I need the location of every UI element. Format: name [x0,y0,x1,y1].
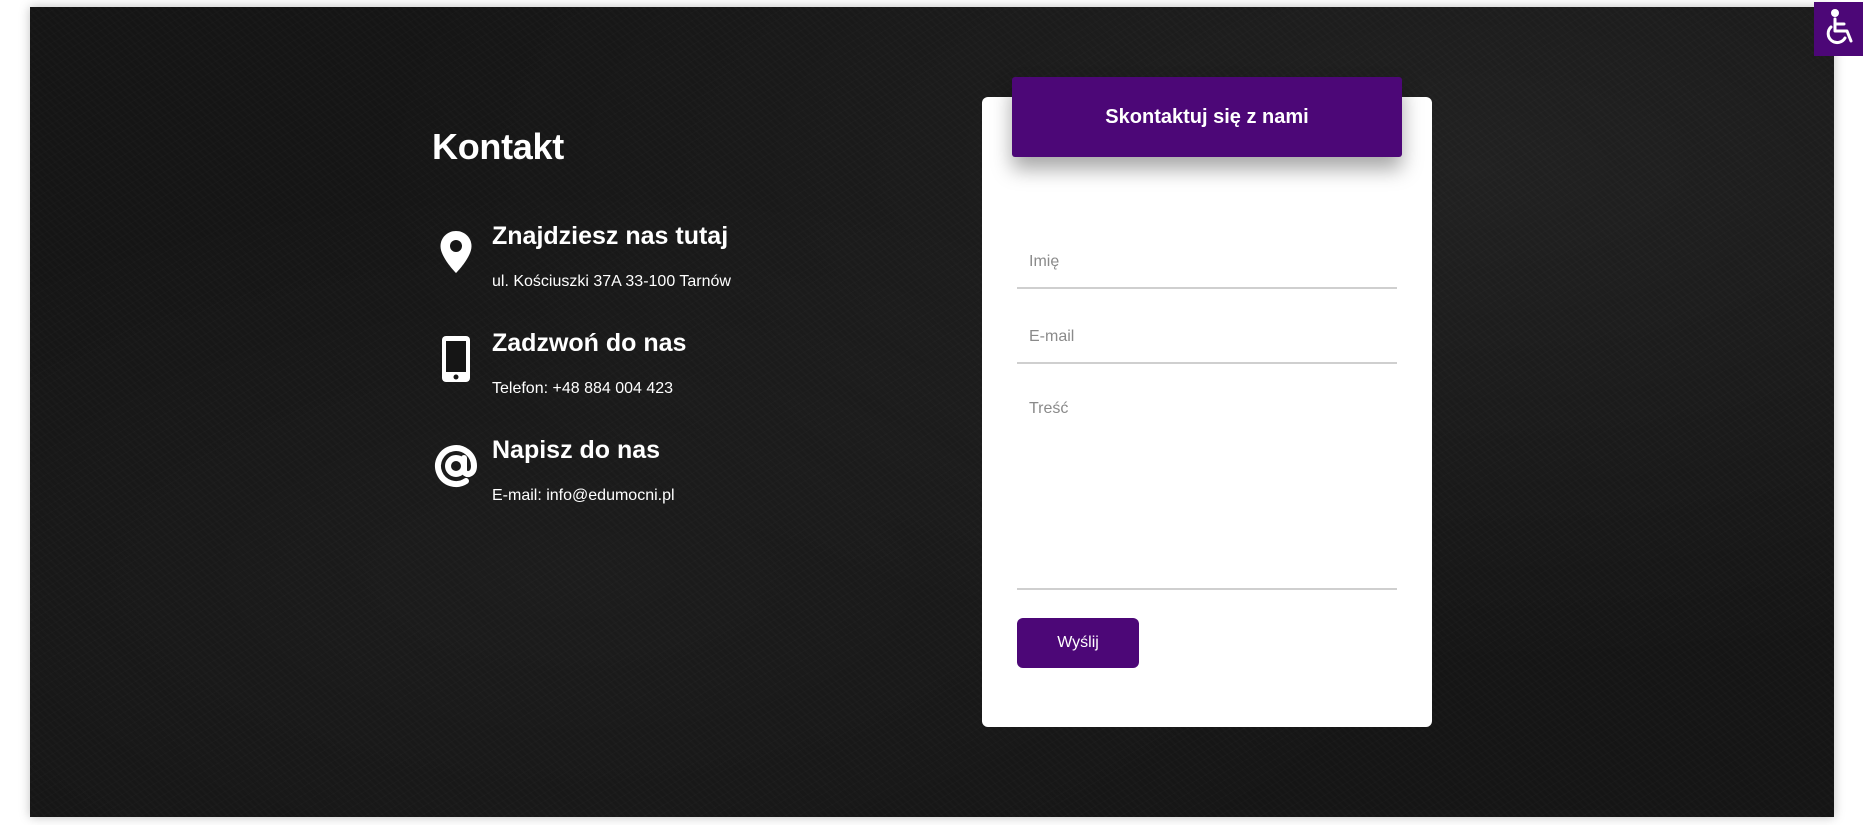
contact-section [30,7,1834,817]
smartphone-icon [432,335,480,383]
email-heading: Napisz do nas [492,436,661,464]
at-sign-icon [432,442,480,490]
address-heading: Znajdziesz nas tutaj [492,222,729,250]
send-button[interactable]: Wyślij [1017,618,1139,668]
name-input[interactable] [1017,236,1397,289]
phone-heading: Zadzwoń do nas [492,329,687,357]
map-pin-icon [432,228,480,276]
phone-detail: Telefon: +48 884 004 423 [492,380,674,397]
form-header: Skontaktuj się z nami [1012,77,1402,157]
contact-title: Kontakt [432,126,564,167]
email-input[interactable] [1017,311,1397,364]
accessibility-button[interactable] [1814,2,1863,56]
address-detail: ul. Kościuszki 37A 33-100 Tarnów [492,273,731,290]
email-detail: E-mail: info@edumocni.pl [492,487,675,504]
message-textarea[interactable] [1017,390,1397,590]
wheelchair-icon [1822,8,1856,51]
